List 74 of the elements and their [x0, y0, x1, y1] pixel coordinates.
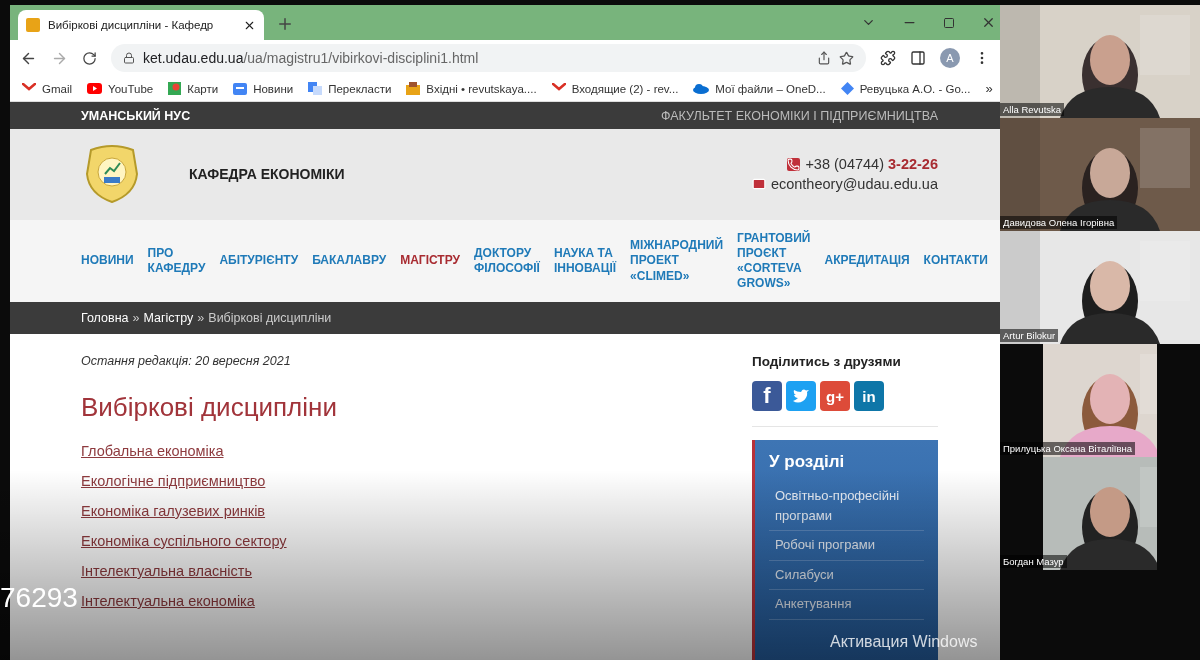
nav-link[interactable]: МІЖНАРОДНИЙ ПРОЕКТ «CLIMED»	[630, 238, 724, 284]
last-edited-date: Остання редакція: 20 вересня 2021	[81, 354, 292, 368]
section-title: У розділі	[769, 452, 846, 472]
university-name: УМАНСЬКИЙ НУС	[81, 108, 191, 123]
bookmark-link[interactable]: Карти	[187, 82, 219, 95]
bookmark-link[interactable]: Новини	[253, 82, 294, 95]
maximize-icon[interactable]	[943, 16, 955, 29]
nav-link[interactable]: АБІТУРІЄНТУ	[219, 253, 299, 269]
breadcrumb-link[interactable]: Головна	[81, 311, 129, 326]
faculty-link[interactable]: ФАКУЛЬТЕТ ЕКОНОМІКИ І ПІДПРИЄМНИЦТВА	[660, 108, 938, 123]
nav-link[interactable]: НАУКА ТА ІННОВАЦІЇ	[553, 245, 617, 277]
newspaper-icon	[233, 82, 248, 95]
puzzle-icon[interactable]	[880, 50, 896, 66]
bookmark-link[interactable]: Вхідні • revutskaya....	[426, 82, 537, 95]
participant-name: Прилуцька Оксана Віталіївна	[1000, 442, 1136, 455]
nav-link[interactable]: КОНТАКТИ	[923, 253, 988, 269]
bookmark-link[interactable]: Ревуцька А.О. - Go...	[859, 82, 971, 95]
nav-link[interactable]: ДОКТОРУ ФІЛОСОФІЇ	[474, 245, 540, 277]
discipline-link[interactable]: Глобальна економіка	[81, 443, 224, 459]
phone-number: +38 (04744) 3-22-26	[805, 156, 938, 173]
bookmark-link[interactable]: Gmail	[42, 82, 73, 95]
bookmark-link[interactable]: Перекласти	[328, 82, 392, 95]
page-heading: Вибіркові дисципліни	[81, 392, 338, 423]
section-link[interactable]: Силабуси	[769, 560, 924, 590]
department-title: КАФЕДРА ЕКОНОМІКИ	[189, 166, 345, 183]
bookmark-link[interactable]: Входящие (2) - rev...	[571, 82, 679, 95]
discipline-link[interactable]: Інтелектуальна економіка	[81, 593, 255, 609]
bookmark-link[interactable]: YouTube	[108, 82, 154, 95]
googleplus-button[interactable]: g+	[820, 381, 850, 411]
bird-icon	[792, 388, 810, 404]
address-bar[interactable]: ket.udau.edu.ua/ua/magistru1/vibirkovi-disciplini1.html	[111, 44, 866, 72]
diamond-icon	[840, 82, 854, 95]
section-link[interactable]: Анкетування	[769, 590, 924, 620]
mailbox-icon	[406, 82, 421, 95]
nav-link[interactable]: АКРЕДИТАЦІЯ	[824, 253, 910, 269]
cloud-icon	[693, 83, 710, 94]
breadcrumb-link[interactable]: Магістру	[143, 311, 194, 326]
section-link[interactable]: Робочі програми	[769, 531, 924, 561]
site-favicon-icon	[26, 18, 40, 32]
map-pin-icon	[168, 82, 182, 95]
linkedin-button[interactable]: in	[854, 381, 884, 411]
section-link[interactable]: Освітньо-професійні програми	[769, 482, 924, 531]
nav-link[interactable]: ПРО КАФЕДРУ	[147, 245, 206, 277]
participant-name: Alla Revutska	[1000, 103, 1065, 116]
browser-tab[interactable]: Вибіркові дисципліни - Кафедр	[18, 10, 264, 40]
lock-icon	[123, 52, 135, 64]
participant-name: Давидова Олена Ігорівна	[1000, 216, 1118, 229]
discipline-link[interactable]: Економіка суспільного сектору	[81, 533, 287, 549]
discipline-link[interactable]: Економіка галузевих ринків	[81, 503, 266, 519]
more-bookmarks[interactable]: »	[985, 81, 993, 96]
play-icon	[87, 83, 103, 94]
side-panel-icon[interactable]	[910, 50, 926, 66]
new-tab-icon[interactable]	[276, 15, 294, 33]
nav-link[interactable]: ГРАНТОВИЙ ПРОЄКТ «CORTEVA GROWS»	[737, 230, 811, 292]
share-title: Поділитись з друзями	[752, 354, 902, 369]
email-address: econtheory@udau.edu.ua	[770, 176, 938, 193]
share-icon[interactable]	[817, 51, 831, 65]
star-icon[interactable]	[839, 50, 854, 66]
bookmark-link[interactable]: Мої файли – OneD...	[715, 82, 826, 95]
page-path-text: Вибіркові дисципліни	[208, 311, 332, 326]
nav-link[interactable]: МАГІСТРУ	[400, 253, 460, 269]
breadcrumb-separator: »	[132, 311, 140, 326]
participant-name: Богдан Мазур	[1000, 555, 1067, 568]
reload-icon[interactable]	[82, 50, 97, 66]
facebook-button[interactable]: f	[752, 381, 782, 411]
nav-link[interactable]: НОВИНИ	[81, 253, 134, 269]
nav-link[interactable]: БАКАЛАВРУ	[312, 253, 387, 269]
phone-icon	[787, 158, 801, 171]
discipline-link[interactable]: Екологічне підприємництво	[81, 473, 266, 489]
logo-emblem-drawing	[83, 144, 141, 205]
translate-icon	[308, 82, 323, 95]
discipline-link[interactable]: Інтелектуальна власність	[81, 563, 253, 579]
breadcrumb-separator: »	[197, 311, 205, 326]
twitter-button[interactable]	[786, 381, 816, 411]
